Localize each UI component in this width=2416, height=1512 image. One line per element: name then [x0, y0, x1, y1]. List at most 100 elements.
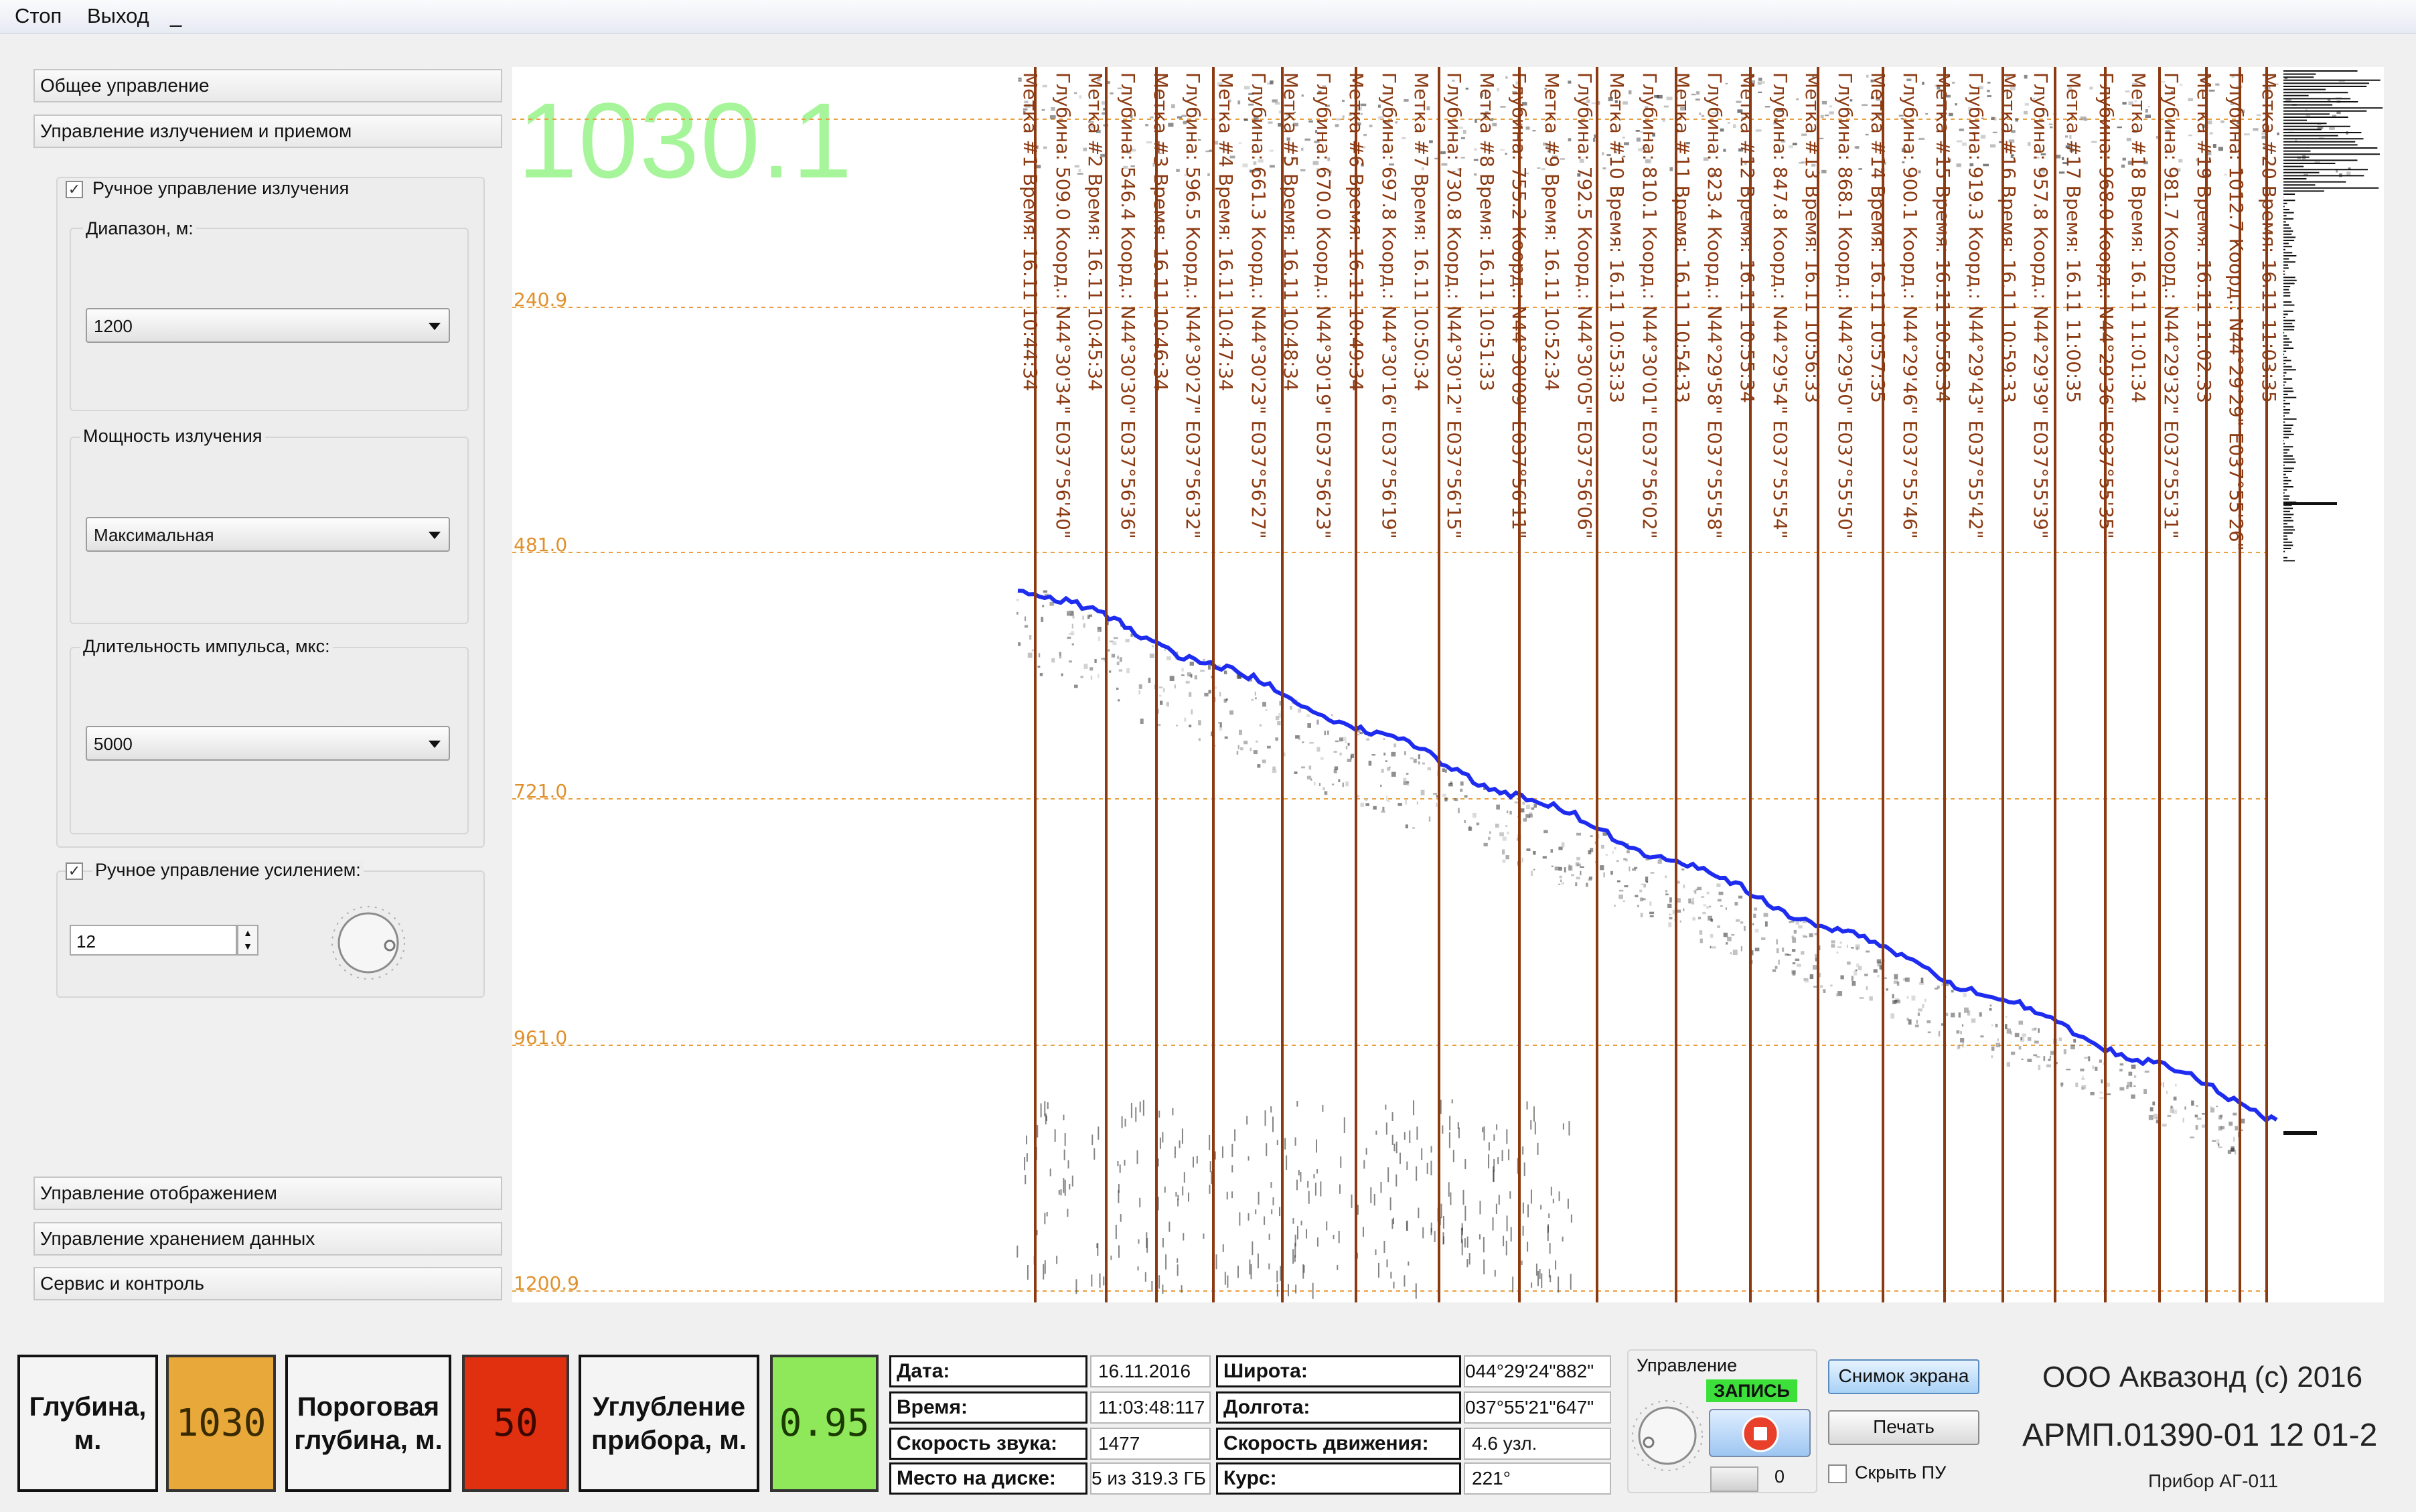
echo-speckle: [1669, 917, 1672, 919]
section-service[interactable]: Сервис и контроль: [33, 1267, 502, 1300]
range-select[interactable]: 1200: [86, 308, 450, 343]
echo-speckle: [1683, 885, 1685, 889]
pulse-select[interactable]: 5000: [86, 726, 450, 761]
echo-speckle: [1340, 1156, 1341, 1168]
menu-exit[interactable]: Выход: [80, 3, 156, 29]
snapshot-button[interactable]: Снимок экрана: [1828, 1359, 1979, 1394]
depth-tick-label: 481.0: [514, 534, 567, 556]
echo-speckle: [1831, 944, 1835, 948]
echo-speckle: [1552, 866, 1554, 867]
echo-speckle: [1386, 1122, 1387, 1134]
power-select[interactable]: Максимальная: [86, 517, 450, 552]
echo-speckle: [1208, 664, 1211, 670]
echo-speckle: [1319, 783, 1320, 786]
echo-speckle: [1063, 1115, 1064, 1120]
echo-speckle: [1339, 1185, 1341, 1194]
echo-speckle: [2121, 165, 2125, 168]
echo-speckle: [1114, 637, 1118, 639]
echo-speckle: [1309, 765, 1312, 769]
echo-speckle: [1316, 720, 1318, 725]
echo-speckle: [1347, 743, 1349, 745]
echo-speckle: [1521, 1261, 1523, 1266]
section-emission-control[interactable]: Управление излучением и приемом: [33, 115, 502, 148]
gain-spinbox[interactable]: 12: [70, 925, 237, 956]
echo-speckle: [1043, 147, 1047, 149]
echo-speckle: [1181, 674, 1185, 676]
print-button[interactable]: Печать: [1828, 1410, 1979, 1445]
time-value: 11:03:48:117: [1090, 1391, 1211, 1424]
echo-speckle: [1531, 871, 1533, 876]
echo-speckle: [1170, 676, 1175, 681]
echo-speckle: [1430, 1161, 1432, 1176]
echo-speckle: [2212, 1140, 2216, 1142]
gain-knob[interactable]: [327, 904, 414, 984]
echo-speckle: [1225, 1272, 1226, 1284]
echo-speckle: [1182, 1187, 1183, 1196]
echo-speckle: [1258, 1254, 1259, 1268]
echo-speckle: [1027, 1153, 1028, 1162]
echo-speckle: [1177, 1195, 1179, 1200]
echo-speckle: [2131, 1094, 2135, 1098]
echo-speckle: [1449, 1116, 1450, 1130]
echo-speckle: [1987, 95, 1991, 97]
mark-label: Глубина: 697.8 Коорд.: N44°30'16" E037°5…: [1378, 72, 1400, 539]
echo-speckle: [1386, 796, 1387, 801]
echo-speckle: [1065, 1180, 1066, 1196]
hide-pu-checkbox[interactable]: [1828, 1464, 1847, 1483]
echo-speckle: [1045, 1260, 1046, 1274]
echo-speckle: [1116, 1225, 1117, 1239]
echo-speckle: [1960, 1031, 1961, 1035]
echo-speckle: [1122, 1116, 1123, 1128]
echo-speckle: [1265, 1110, 1266, 1126]
echo-speckle: [2059, 1037, 2062, 1041]
echo-speckle: [1184, 1172, 1185, 1183]
speed-value: 4.6 узл.: [1464, 1428, 1611, 1460]
section-display-control[interactable]: Управление отображением: [33, 1177, 502, 1210]
echo-speckle: [1924, 999, 1927, 1002]
echo-speckle: [1627, 850, 1630, 854]
echogram[interactable]: 1030.1 240.9 481.0 721.0 961.0 1200.9 Метка #…: [512, 67, 2384, 1302]
echo-speckle: [1462, 1190, 1464, 1205]
gain-stepper[interactable]: ▲ ▼: [237, 925, 258, 956]
echo-speckle: [1041, 617, 1043, 622]
echo-speckle: [1316, 1169, 1318, 1173]
echo-speckle: [1375, 1250, 1376, 1255]
mark-label: Глубина: 661.3 Коорд.: N44°30'23" E037°5…: [1248, 72, 1270, 539]
manual-emission-checkbox[interactable]: ✓: [66, 181, 83, 198]
echo-speckle: [1537, 1271, 1539, 1286]
echo-speckle: [1563, 1123, 1564, 1129]
echo-speckle: [1483, 1126, 1485, 1140]
echo-speckle: [1960, 1038, 1964, 1043]
section-storage-control[interactable]: Управление хранением данных: [33, 1222, 502, 1256]
section-general-control[interactable]: Общее управление: [33, 69, 502, 102]
echo-speckle: [1382, 807, 1384, 811]
echo-speckle: [1016, 612, 1018, 615]
echo-speckle: [1877, 959, 1881, 963]
echo-speckle: [1422, 763, 1425, 765]
echo-speckle: [1371, 754, 1375, 755]
echo-speckle: [1535, 1122, 1536, 1134]
record-knob[interactable]: [1629, 1395, 1709, 1476]
echo-speckle: [1143, 1100, 1144, 1116]
echo-speckle: [1562, 1237, 1564, 1241]
echo-speckle: [1522, 1146, 1523, 1154]
echo-speckle: [1108, 650, 1110, 652]
menu-extra[interactable]: _: [163, 3, 188, 29]
echo-speckle: [1135, 1107, 1136, 1122]
echo-speckle: [2134, 1075, 2136, 1078]
echo-speckle: [1825, 115, 1829, 116]
echo-speckle: [1277, 1140, 1278, 1145]
record-button[interactable]: [1709, 1409, 1811, 1457]
echo-speckle: [1266, 1143, 1267, 1156]
echo-speckle: [2101, 1079, 2103, 1083]
echo-speckle: [1175, 684, 1176, 688]
echo-speckle: [1314, 782, 1316, 785]
manual-gain-checkbox[interactable]: ✓: [66, 862, 83, 880]
record-slider[interactable]: [1710, 1466, 1758, 1492]
echo-speckle: [1448, 783, 1453, 786]
echo-speckle: [1837, 946, 1841, 948]
echo-speckle: [1665, 894, 1669, 895]
echo-speckle: [1782, 948, 1784, 952]
menu-stop[interactable]: Стоп: [8, 3, 68, 29]
echo-speckle: [1231, 1165, 1233, 1173]
